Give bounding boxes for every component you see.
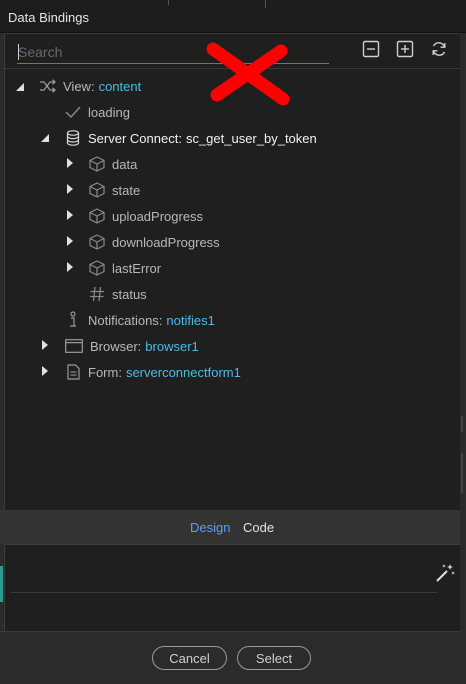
tree-item-value: sc_get_user_by_token	[185, 130, 317, 146]
tree-item-label: lastError	[112, 260, 162, 276]
collapse-arrow-icon[interactable]	[15, 82, 25, 92]
tree-item-label: state	[112, 182, 141, 198]
tab-design[interactable]: Design	[190, 520, 230, 535]
edge-tick	[461, 416, 463, 432]
expand-arrow-icon[interactable]	[40, 340, 50, 350]
editor-divider	[11, 592, 437, 593]
title-divider	[265, 0, 266, 8]
document-icon	[64, 363, 82, 381]
tree-item-label: downloadProgress	[112, 234, 220, 250]
refresh-button[interactable]	[430, 40, 448, 58]
plus-square-icon	[396, 40, 414, 58]
tree-item-value: content	[98, 78, 142, 94]
expand-arrow-icon[interactable]	[65, 158, 75, 168]
tree-item-label: status	[112, 286, 147, 302]
expand-all-button[interactable]	[396, 40, 414, 58]
tree-item-download-progress[interactable]: downloadProgress	[88, 231, 220, 253]
expand-arrow-icon[interactable]	[65, 210, 75, 220]
cube-icon	[88, 181, 106, 199]
tree-item-value: browser1	[145, 338, 199, 354]
tree-item-notifications[interactable]: Notifications: notifies1	[64, 309, 215, 331]
collapse-all-button[interactable]	[362, 40, 380, 58]
tree-item-view[interactable]: View: content	[39, 75, 141, 97]
window-title: Data Bindings	[8, 10, 89, 25]
tree-item-server-connect[interactable]: Server Connect: sc_get_user_by_token	[64, 127, 317, 149]
dialog-footer: Cancel Select	[0, 631, 466, 684]
tree-item-browser[interactable]: Browser: browser1	[64, 335, 199, 357]
tree-item-label: loading	[88, 104, 130, 120]
database-icon	[64, 129, 82, 147]
expand-arrow-icon[interactable]	[65, 262, 75, 272]
tree-item-label: data	[112, 156, 138, 172]
cube-icon	[88, 207, 106, 225]
tree-item-label: uploadProgress	[112, 208, 204, 224]
tab-code[interactable]: Code	[243, 520, 274, 535]
select-button[interactable]: Select	[237, 646, 311, 670]
expand-arrow-icon[interactable]	[65, 184, 75, 194]
tree-item-label: Server Connect:	[88, 130, 182, 146]
hash-icon	[88, 285, 106, 303]
tree-item-status[interactable]: status	[88, 283, 147, 305]
tree-item-label: Notifications:	[88, 312, 163, 328]
tree-item-loading[interactable]: loading	[64, 101, 130, 123]
cube-icon	[88, 155, 106, 173]
shuffle-icon	[39, 77, 57, 95]
magic-wand-icon[interactable]	[435, 563, 455, 583]
checkmark-icon	[64, 103, 82, 121]
text-caret	[18, 44, 19, 60]
collapse-arrow-icon[interactable]	[40, 133, 50, 143]
browser-window-icon	[64, 337, 84, 355]
expand-arrow-icon[interactable]	[65, 236, 75, 246]
tree-item-value: serverconnectform1	[125, 364, 241, 380]
edge-tick	[461, 453, 463, 493]
title-bar: Data Bindings	[0, 0, 466, 33]
tree-item-form[interactable]: Form: serverconnectform1	[64, 361, 241, 383]
view-mode-tabs: Design Code	[0, 510, 466, 544]
cube-icon	[88, 233, 106, 251]
redaction-cross-mark	[206, 42, 290, 106]
window-right-edge	[460, 33, 466, 683]
expression-editor[interactable]	[4, 544, 462, 632]
tree-item-label: View:	[63, 78, 95, 94]
tree-item-last-error[interactable]: lastError	[88, 257, 161, 279]
tree-item-upload-progress[interactable]: uploadProgress	[88, 205, 203, 227]
minus-square-icon	[362, 40, 380, 58]
cube-icon	[88, 259, 106, 277]
tree-item-state[interactable]: state	[88, 179, 140, 201]
tree-item-value: notifies1	[166, 312, 215, 328]
expand-arrow-icon[interactable]	[40, 366, 50, 376]
tree-item-label: Browser:	[90, 338, 142, 354]
title-divider	[168, 0, 169, 5]
cancel-button[interactable]: Cancel	[152, 646, 227, 670]
bindings-tree-panel: View: content loading Server Connect: sc…	[4, 33, 462, 511]
tree-item-label: Form:	[88, 364, 122, 380]
info-icon	[64, 311, 82, 329]
tree-item-data[interactable]: data	[88, 153, 137, 175]
background-accent	[0, 566, 3, 602]
refresh-icon	[432, 42, 446, 56]
